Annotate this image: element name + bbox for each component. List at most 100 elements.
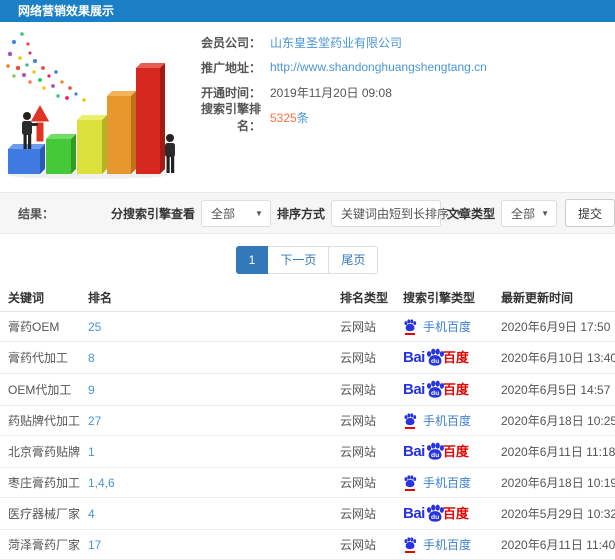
engine-type-cell: 手机百度	[395, 311, 493, 342]
rank-count-label: 搜索引擎排名：	[200, 102, 261, 133]
sort-select[interactable]: 关键词由短到长排序 ▼	[330, 199, 463, 227]
mobile-baidu-label: 手机百度	[423, 476, 472, 490]
rank-link[interactable]: 25	[88, 320, 101, 334]
info-list: 会员公司： 山东皇圣堂药业有限公司 推广地址： http://www.shand…	[181, 34, 487, 134]
engine-type-cell: 手机百度	[395, 529, 493, 560]
mobile-baidu-label: 手机百度	[423, 538, 472, 552]
rank-link[interactable]: 8	[88, 351, 95, 365]
baidu-logo-text: Bai	[403, 349, 425, 366]
svg-text:du: du	[431, 452, 439, 459]
updated-cell: 2020年6月10日 13:40	[493, 341, 615, 374]
baidu-logo: Bai du 百度	[403, 380, 469, 399]
table-header-row: 关键词 排名 排名类型 搜索引擎类型 最新更新时间	[0, 284, 615, 312]
baidu-logo-text: Bai	[403, 443, 425, 460]
mobile-baidu-badge: 手机百度	[403, 318, 471, 335]
member-company-link[interactable]: 山东皇圣堂药业有限公司	[270, 34, 402, 51]
updated-cell: 2020年6月11日 11:18	[493, 435, 615, 468]
rank-link[interactable]: 27	[88, 414, 101, 428]
header-keyword: 关键词	[0, 284, 80, 312]
baidu-paw-icon: du	[426, 380, 444, 398]
rank-link[interactable]: 1	[88, 445, 95, 459]
businessman-figure-right	[165, 134, 175, 173]
updated-cell: 2020年6月5日 14:57	[493, 373, 615, 406]
rank-type-cell: 云网站	[332, 373, 395, 406]
mobile-baidu-underline	[405, 426, 415, 429]
confetti	[6, 32, 86, 102]
rank-cell: 9	[80, 373, 332, 406]
engine-type-cell: Bai du 百度	[395, 373, 493, 406]
article-type-select[interactable]: 全部 ▼	[500, 199, 557, 227]
next-page-button[interactable]: 下一页	[267, 246, 330, 274]
article-type-select-value: 全部	[510, 206, 535, 221]
submit-button[interactable]: 提交	[564, 199, 615, 227]
rank-link[interactable]: 4	[88, 507, 95, 521]
baidu-paw-icon: du	[426, 348, 444, 366]
chevron-down-icon: ▼	[255, 208, 263, 218]
sort-select-value: 关键词由短到长排序	[340, 206, 449, 221]
table-body: 膏药OEM 25 云网站 手机百度 2020年6月9日 17:50 膏药代加工 8 云网站…	[0, 311, 615, 560]
filter-controls: 分搜索引擎查看 全部 ▼ 排序方式 关键词由短到长排序 ▼ 文章类型 全部 ▼ …	[105, 199, 615, 227]
rank-cell: 25	[80, 311, 332, 342]
keyword-cell: 医疗器械厂家	[0, 497, 80, 530]
keyword-cell: 膏药代加工	[0, 341, 80, 374]
header-rank-type: 排名类型	[332, 284, 395, 312]
baidu-paw-icon: du	[426, 442, 444, 460]
mobile-baidu-badge: 手机百度	[403, 474, 471, 491]
table-row: 菏泽膏药厂家 17 云网站 手机百度 2020年6月11日 11:40	[0, 529, 615, 560]
rank-count-value-wrap: 5325条	[270, 109, 309, 126]
page-header: 网络营销效果展示	[0, 0, 615, 22]
rank-count-row: 搜索引擎排名： 5325条	[181, 102, 487, 133]
baidu-logo-text: Bai	[403, 505, 425, 522]
rank-link[interactable]: 1,4,6	[88, 476, 115, 490]
mobile-baidu-underline	[405, 332, 415, 335]
open-time-value: 2019年11月20日 09:08	[270, 85, 392, 100]
promo-url-link[interactable]: http://www.shandonghuangshengtang.cn	[270, 60, 487, 74]
baidu-paw-icon	[404, 318, 417, 331]
engine-select[interactable]: 全部 ▼	[200, 199, 271, 227]
updated-cell: 2020年5月29日 10:32	[493, 497, 615, 530]
header-engine-type: 搜索引擎类型	[395, 284, 493, 312]
keyword-cell: 菏泽膏药厂家	[0, 529, 80, 560]
keyword-cell: 北京膏药贴牌	[0, 435, 80, 468]
rank-link[interactable]: 17	[88, 538, 101, 552]
baidu-logo-text: Bai	[403, 381, 425, 398]
sort-filter-label: 排序方式	[276, 206, 325, 221]
table-row: 枣庄膏药加工 1,4,6 云网站 手机百度 2020年6月18日 10:19	[0, 467, 615, 498]
page-title: 网络营销效果展示	[18, 4, 115, 18]
pagination: 1 下一页 尾页	[0, 246, 615, 274]
promo-url-row: 推广地址： http://www.shandonghuangshengtang.…	[181, 59, 487, 75]
rank-type-cell: 云网站	[332, 529, 395, 560]
table-row: 膏药OEM 25 云网站 手机百度 2020年6月9日 17:50	[0, 311, 615, 342]
rank-type-cell: 云网站	[332, 497, 395, 530]
open-time-label: 开通时间：	[200, 85, 261, 100]
baidu-logo-cn: 百度	[442, 382, 469, 397]
table-row: 北京膏药贴牌 1 云网站 Bai du 百度 2020年6月11日 11:18	[0, 435, 615, 468]
rank-cell: 1	[80, 435, 332, 468]
page-1-button[interactable]: 1	[235, 246, 269, 274]
baidu-logo: Bai du 百度	[403, 442, 469, 461]
rank-cell: 8	[80, 341, 332, 374]
table-row: 膏药代加工 8 云网站 Bai du 百度 2020年6月10日 13:40	[0, 341, 615, 374]
svg-text:du: du	[431, 514, 439, 521]
rank-link[interactable]: 9	[88, 383, 95, 397]
rank-type-cell: 云网站	[332, 435, 395, 468]
table-row: OEM代加工 9 云网站 Bai du 百度 2020年6月5日 14:57	[0, 373, 615, 406]
baidu-logo-cn: 百度	[442, 506, 469, 521]
result-label: 结果：	[18, 206, 55, 221]
rank-type-cell: 云网站	[332, 311, 395, 342]
table-row: 药贴牌代加工 27 云网站 手机百度 2020年6月18日 10:25	[0, 405, 615, 436]
results-table: 关键词 排名 排名类型 搜索引擎类型 最新更新时间 膏药OEM 25 云网站 手机百…	[0, 284, 615, 560]
updated-cell: 2020年6月9日 17:50	[493, 311, 615, 342]
mobile-baidu-icon	[403, 474, 418, 491]
updated-cell: 2020年6月18日 10:19	[493, 467, 615, 498]
mobile-baidu-badge: 手机百度	[403, 412, 471, 429]
mobile-baidu-underline	[405, 488, 415, 491]
mobile-baidu-icon	[403, 412, 418, 429]
svg-text:du: du	[431, 390, 439, 397]
rank-cell: 1,4,6	[80, 467, 332, 498]
last-page-button[interactable]: 尾页	[328, 246, 379, 274]
rank-type-cell: 云网站	[332, 405, 395, 436]
keyword-cell: 膏药OEM	[0, 311, 80, 342]
chevron-down-icon: ▼	[541, 208, 549, 218]
article-type-label: 文章类型	[446, 206, 495, 221]
